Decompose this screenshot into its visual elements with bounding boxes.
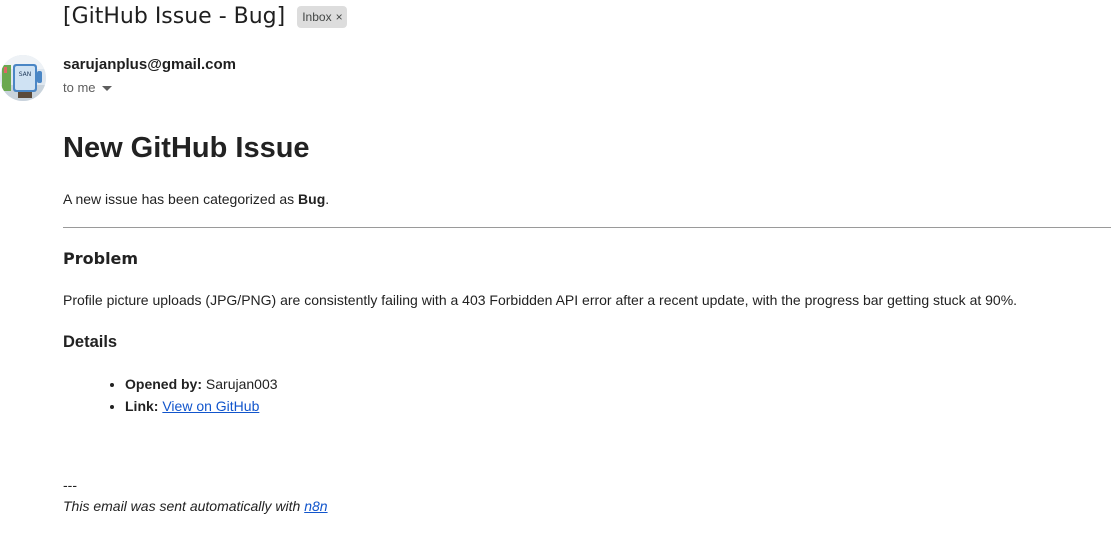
- view-on-github-link[interactable]: View on GitHub: [162, 398, 259, 414]
- problem-text: Profile picture uploads (JPG/PNG) are co…: [63, 292, 1018, 308]
- detail-value-opened-by: Sarujan003: [205, 376, 278, 392]
- intro-prefix: A new issue has been categorized as: [63, 191, 299, 207]
- footer-prefix: This email was sent automatically with: [63, 498, 305, 514]
- chevron-down-icon[interactable]: [101, 86, 112, 91]
- intro-category: Bug: [298, 191, 326, 207]
- detail-label-link: Link:: [125, 398, 159, 414]
- details-list: Opened by: Sarujan003 Link: View on GitH…: [63, 373, 278, 417]
- avatar-text: SAN: [19, 71, 32, 78]
- recipient-text: to me: [63, 80, 96, 95]
- footer-separator: ---: [63, 477, 77, 493]
- avatar[interactable]: SAN: [0, 55, 46, 101]
- problem-heading: Problem: [63, 249, 139, 268]
- sender-email[interactable]: sarujanplus@gmail.com: [63, 56, 236, 73]
- close-icon[interactable]: ×: [336, 8, 343, 26]
- inbox-label-chip[interactable]: Inbox ×: [297, 6, 347, 28]
- detail-label-opened-by: Opened by:: [125, 376, 203, 392]
- n8n-link[interactable]: n8n: [304, 498, 327, 514]
- footer-note: This email was sent automatically with n…: [63, 498, 328, 514]
- list-item: Opened by: Sarujan003: [125, 373, 278, 395]
- details-heading: Details: [63, 333, 118, 351]
- recipient-row[interactable]: to me: [63, 80, 112, 95]
- subject-row: [GitHub Issue - Bug] Inbox ×: [63, 0, 347, 34]
- list-item: Link: View on GitHub: [125, 395, 278, 417]
- email-subject: [GitHub Issue - Bug]: [63, 4, 286, 29]
- intro-paragraph: A new issue has been categorized as Bug.: [63, 191, 329, 207]
- intro-suffix: .: [325, 191, 330, 207]
- inbox-label-text: Inbox: [302, 10, 332, 24]
- email-view: [GitHub Issue - Bug] Inbox × SAN sarujan…: [0, 0, 1111, 538]
- body-heading: New GitHub Issue: [63, 132, 310, 164]
- avatar-image: SAN: [0, 55, 46, 101]
- email-body: New GitHub Issue A new issue has been ca…: [63, 128, 1111, 514]
- divider: [63, 227, 1111, 228]
